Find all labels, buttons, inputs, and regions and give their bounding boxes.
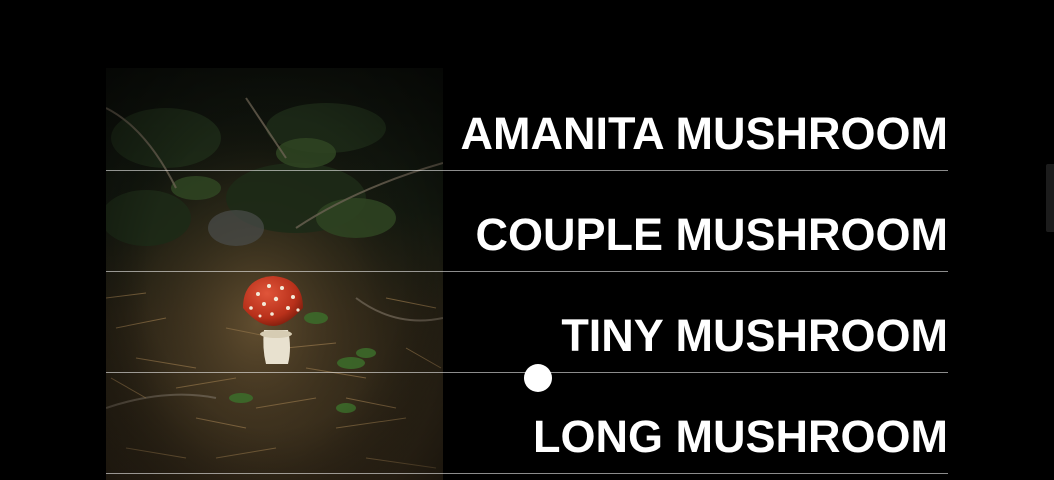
menu-item-tiny[interactable]: TINY MUSHROOM bbox=[106, 272, 948, 373]
menu-item-couple[interactable]: COUPLE MUSHROOM bbox=[106, 171, 948, 272]
menu-item-label: COUPLE MUSHROOM bbox=[475, 209, 949, 260]
cursor-dot bbox=[524, 364, 552, 392]
menu-item-label: AMANITA MUSHROOM bbox=[460, 108, 948, 159]
menu-item-long[interactable]: LONG MUSHROOM bbox=[106, 373, 948, 474]
mushroom-menu: AMANITA MUSHROOM COUPLE MUSHROOM TINY MU… bbox=[106, 70, 948, 480]
menu-item-amanita[interactable]: AMANITA MUSHROOM bbox=[106, 70, 948, 171]
menu-item-label: LONG MUSHROOM bbox=[533, 411, 948, 462]
menu-item-label: TINY MUSHROOM bbox=[561, 310, 948, 361]
edge-badge[interactable] bbox=[1046, 164, 1054, 232]
hover-reveal-menu-section: AMANITA MUSHROOM COUPLE MUSHROOM TINY MU… bbox=[0, 0, 1054, 480]
